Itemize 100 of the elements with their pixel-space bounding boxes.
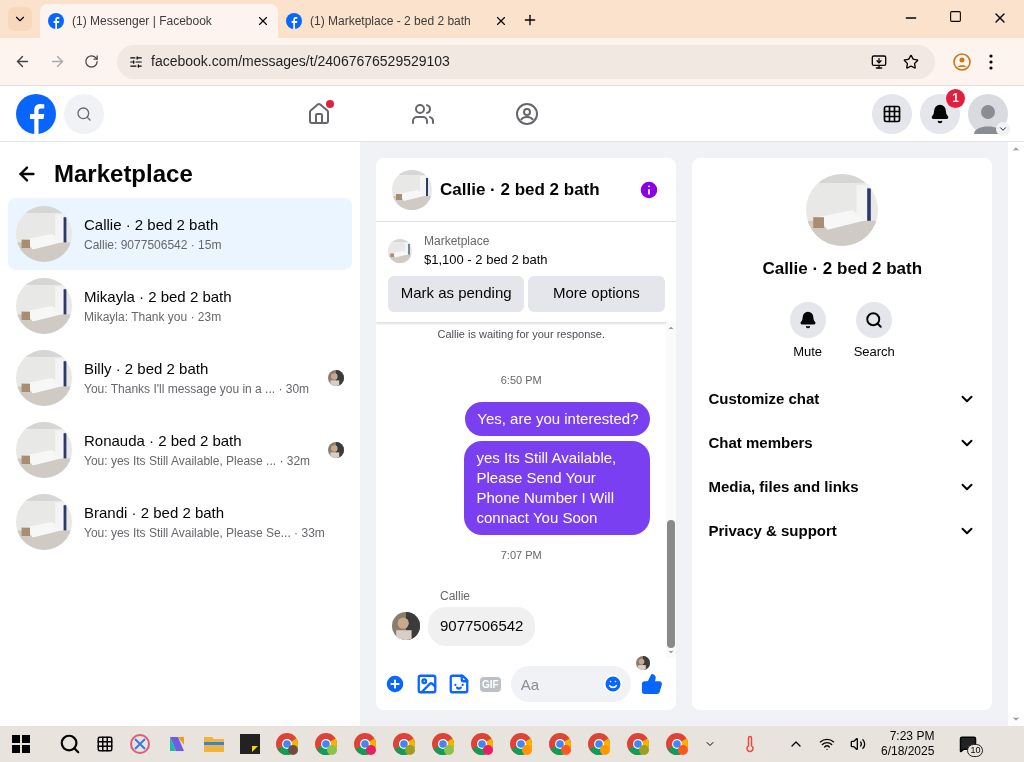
site-settings-icon[interactable] [129,54,143,69]
listing-source: Marketplace [424,233,491,250]
sticker-icon[interactable] [448,673,470,695]
sent-message: Yes, are you interested? [465,401,651,436]
sticky-notes-icon[interactable] [240,734,260,754]
search-icon[interactable] [59,733,81,755]
browser-icon[interactable] [275,732,299,756]
home-tab[interactable] [307,101,331,126]
conversation-item[interactable]: Billy · 2 bed 2 bath You: Thanks I'll message you in a ... · 30m [8,342,352,414]
install-icon[interactable] [871,53,887,70]
profile-icon[interactable] [953,52,971,71]
browser-icon[interactable] [548,732,572,756]
conversation-name: Callie · 2 bed 2 bath [84,214,220,235]
browser-icon[interactable] [509,732,533,756]
scroll-down-icon[interactable] [1011,714,1021,724]
sent-message: yes Its Still Available, Please Send Your Phone Number I Will connact You Soon [464,440,651,535]
bell-icon [798,310,817,329]
listing-action-button[interactable]: Mark as pending [388,275,525,312]
sidebar-title: Marketplace [54,159,193,189]
facebook-icon [48,13,64,29]
info-icon[interactable] [638,178,661,201]
friends-icon[interactable] [411,101,435,126]
received-message: 9077506542 [428,607,536,646]
bookmark-icon[interactable] [903,53,919,70]
windows-icon[interactable] [12,735,30,753]
snipping-icon[interactable] [129,733,151,755]
browser-icon[interactable] [470,732,494,756]
browser-icon[interactable] [314,732,338,756]
photo-icon[interactable] [416,673,438,695]
notification-badge: 10 [967,744,984,757]
facebook-icon [286,13,302,29]
folder-icon[interactable] [203,734,225,754]
contact-name: Callie · 2 bed 2 bath [762,258,923,280]
conversation-name: Ronauda · 2 bed 2 bath [84,430,243,451]
url-text: facebook.com/messages/t/24067676529529103 [151,52,451,71]
browser-icon[interactable] [353,732,377,756]
info-section[interactable]: Chat members [700,421,984,465]
conversation-preview: Mikayla: Thank you · 23m [84,309,223,327]
scroll-down-icon[interactable] [667,648,676,656]
scroll-up-icon[interactable] [1011,144,1021,154]
home-icon [307,101,331,126]
groups-icon[interactable] [515,101,539,126]
close-icon[interactable] [256,14,270,28]
conversation-item[interactable]: Ronauda · 2 bed 2 bath You: yes Its Still Available, Please ... · 32m [8,414,352,486]
conversation-item[interactable]: Brandi · 2 bed 2 bath You: yes Its Still Available, Please Se... · 33m [8,486,352,558]
conversation-name: Billy · 2 bed 2 bath [84,358,210,379]
menu-button[interactable] [872,93,912,134]
conversation-preview: Callie: 9077506542 · 15m [84,237,223,255]
search-icon [76,105,92,122]
network-icon[interactable] [819,736,835,752]
search-button[interactable] [64,93,104,134]
search-icon [865,310,884,329]
info-section[interactable]: Customize chat [700,377,984,421]
clock-time: 7:23 PM [889,729,935,744]
browser-tab[interactable]: (1) Marketplace - 2 bed 2 bath [278,4,516,38]
like-icon[interactable] [640,673,663,695]
bell-icon [930,103,950,124]
sender-name: Callie [440,588,471,605]
info-section[interactable]: Privacy & support [700,509,984,553]
notification-badge: 1 [946,88,965,108]
browser-icon[interactable] [626,732,650,756]
tab-title: (1) Messenger | Facebook [72,13,213,30]
clock-date: 6/18/2025 [881,744,935,759]
browser-icon[interactable] [392,732,416,756]
new-tab-icon[interactable] [522,12,538,28]
account-button[interactable] [968,93,1008,134]
listing-title: $1,100 - 2 bed 2 bath [424,251,548,269]
message-input[interactable]: Aa [510,666,631,702]
menu-icon[interactable] [989,53,993,70]
timestamp: 6:50 PM [500,373,542,388]
browser-icon[interactable] [587,732,611,756]
chevron-icon [996,121,1010,136]
close-icon[interactable] [494,14,508,28]
reload-icon[interactable] [84,54,99,69]
notifications-button[interactable] [920,93,960,134]
scrollbar[interactable] [666,321,677,658]
browser-tab[interactable]: (1) Messenger | Facebook [40,4,278,38]
timestamp: 7:07 PM [500,547,542,563]
listing-action-button[interactable]: More options [528,275,665,312]
conversation-preview: You: yes Its Still Available, Please Se... · 33m [84,525,326,543]
tab-title: (1) Marketplace - 2 bed 2 bath [310,13,472,30]
info-section[interactable]: Media, files and links [700,465,984,509]
browser-icon[interactable] [431,732,455,756]
browser-icon[interactable] [665,732,689,756]
conversation-name: Mikayla · 2 bed 2 bath [84,286,233,307]
restore-icon[interactable] [949,10,962,23]
conversation-item[interactable]: Mikayla · 2 bed 2 bath Mikayla: Thank you · 23m [8,270,352,342]
facebook-logo[interactable] [16,93,56,134]
volume-icon[interactable] [850,736,866,752]
conversation-preview: You: Thanks I'll message you in a ... · 30m [84,381,311,399]
tab-list-button[interactable] [8,7,32,31]
waiting-notice: Callie is waiting for your response. [436,326,606,342]
page-scrollbar[interactable] [1008,142,1024,726]
conversation-item[interactable]: Callie · 2 bed 2 bath Callie: 9077506542 · 15m [8,198,352,270]
grid-icon [882,103,902,124]
address-bar[interactable]: facebook.com/messages/t/24067676529529103 [117,44,935,79]
task-view-icon[interactable] [96,735,114,753]
chat-title: Callie · 2 bed 2 bath [440,178,601,201]
back-icon[interactable] [14,53,31,70]
add-icon[interactable] [384,673,406,695]
